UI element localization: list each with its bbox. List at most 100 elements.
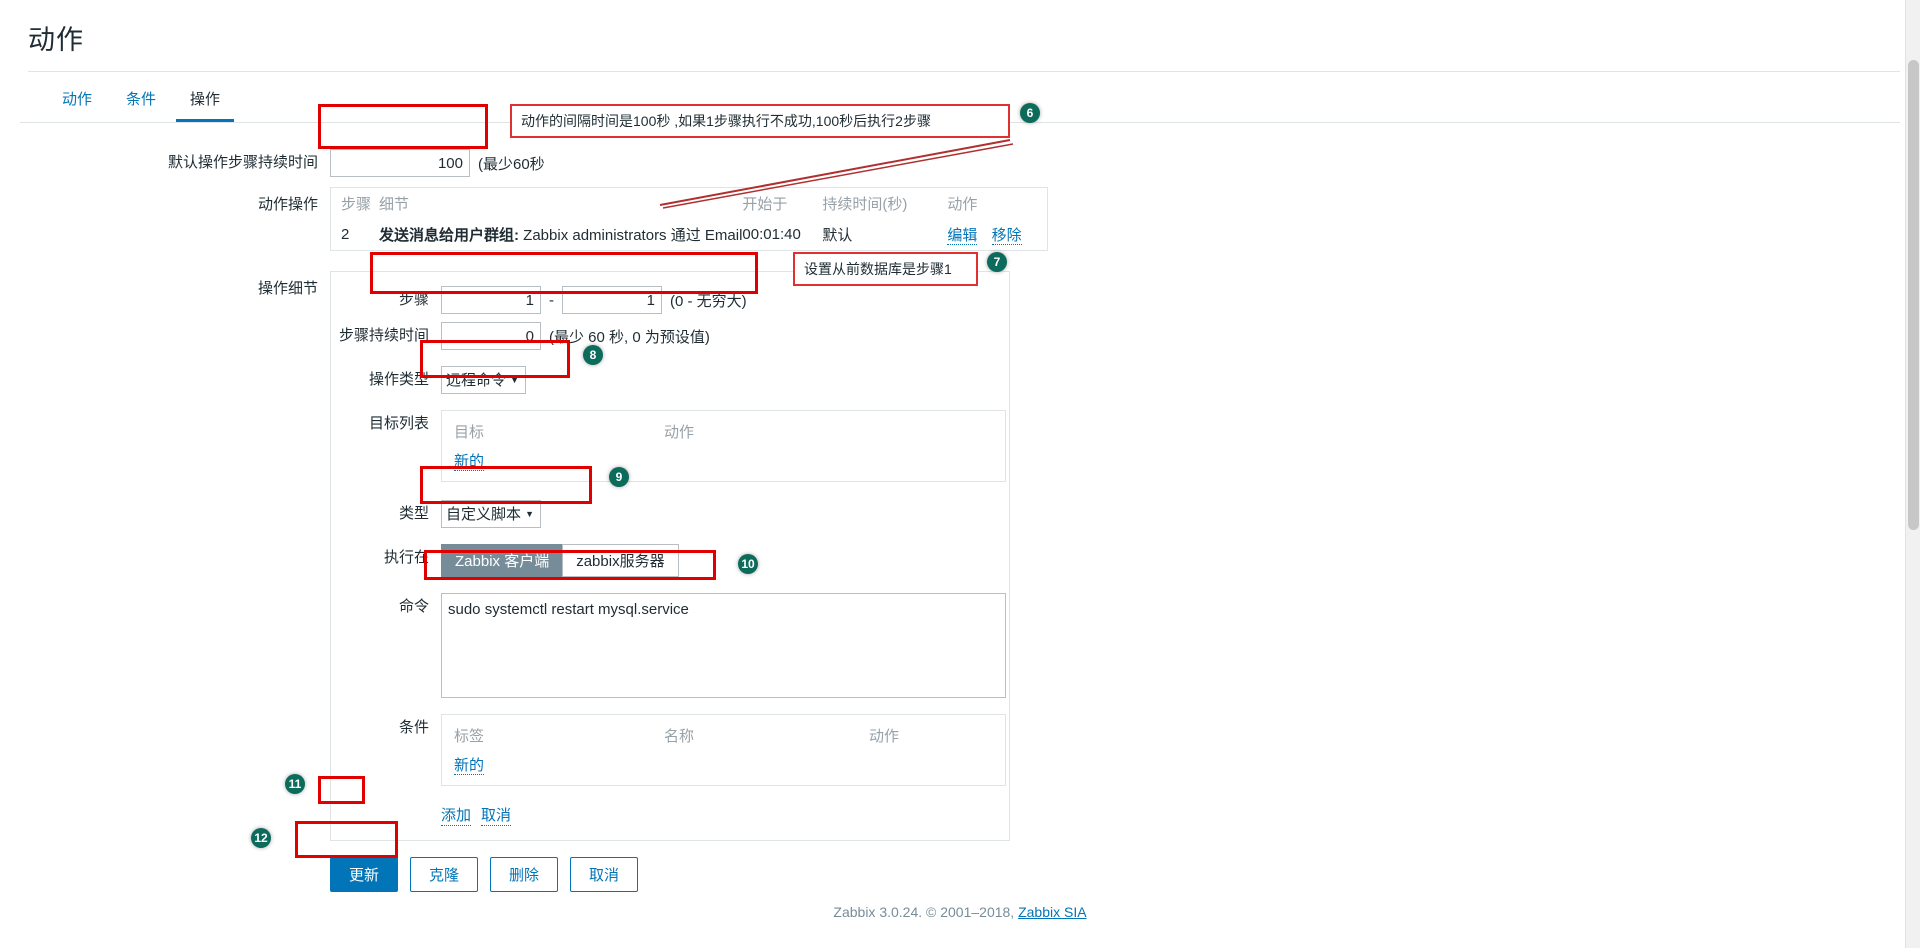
tab-operations[interactable]: 操作 [176, 82, 235, 122]
delete-button[interactable]: 删除 [490, 857, 559, 892]
remove-link[interactable]: 移除 [991, 227, 1022, 245]
operation-details-label: 操作细节 [257, 280, 318, 297]
row-conditions: 条件 标签 名称 动作 新的 [331, 710, 1009, 790]
row-details-value: Zabbix administrators 通过 Email [523, 227, 743, 244]
row-duration: 默认 [822, 227, 853, 244]
target-list-label: 目标列表 [368, 415, 429, 432]
operation-details-panel: 步骤 - (0 - 无穷大) 步骤持续时间 (最少 60 秒, 0 为预设值) [330, 271, 1010, 841]
footer-link[interactable]: Zabbix SIA [1018, 904, 1086, 920]
type-label: 类型 [398, 505, 429, 522]
action-operations-table: 步骤 细节 开始于 持续时间(秒) 动作 2 发送消息给用户群组: Zabbix… [330, 187, 1049, 251]
target-list-col-action: 动作 [664, 424, 695, 441]
cancel-button[interactable]: 取消 [570, 857, 639, 892]
badge-10: 10 [738, 554, 758, 574]
clone-button[interactable]: 克隆 [410, 857, 479, 892]
steps-separator: - [549, 291, 554, 309]
execute-on-zabbix-agent[interactable]: Zabbix 客户端 [441, 544, 564, 577]
row-steps: 步骤 - (0 - 无穷大) [331, 282, 1009, 318]
conditions-new: 新的 [442, 750, 1005, 775]
execute-on-field: Zabbix 客户端 zabbix服务器 [441, 540, 679, 581]
badge-6: 6 [1020, 103, 1040, 123]
step-to-input[interactable] [562, 286, 662, 314]
tab-action[interactable]: 动作 [48, 82, 106, 122]
add-operation-link[interactable]: 添加 [441, 804, 472, 826]
step-duration-field: (最少 60 秒, 0 为预设值) [441, 318, 710, 354]
action-operations-header: 步骤 细节 开始于 持续时间(秒) 动作 [331, 188, 1047, 219]
operation-type-select-wrap: 远程命令 [441, 366, 526, 394]
conditions-new-link[interactable]: 新的 [454, 757, 485, 775]
step-duration-hint: (最少 60 秒, 0 为预设值) [549, 328, 710, 346]
type-select[interactable]: 自定义脚本 [441, 500, 541, 528]
col-details: 细节 [379, 196, 410, 213]
page-root: 动作 动作 条件 操作 默认操作步骤持续时间 (最少60秒 动作操作 步骤 细节… [0, 0, 1920, 948]
badge-8: 8 [583, 345, 603, 365]
page-header: 动作 [0, 0, 1920, 71]
target-list-field: 目标 动作 新的 [441, 406, 1006, 486]
callout-6: 动作的间隔时间是100秒 ,如果1步骤执行不成功,100秒后执行2步骤 [510, 104, 1010, 138]
cancel-operation-link[interactable]: 取消 [481, 804, 512, 826]
operation-type-label: 操作类型 [368, 371, 429, 388]
step-duration-input[interactable] [441, 322, 541, 350]
col-duration: 持续时间(秒) [822, 196, 908, 213]
execute-on-zabbix-server[interactable]: zabbix服务器 [562, 544, 679, 577]
conditions-header: 标签 名称 动作 [442, 723, 1005, 750]
conditions-col-action: 动作 [869, 728, 900, 745]
steps-hint: (0 - 无穷大) [670, 292, 747, 310]
conditions-col-name: 名称 [664, 728, 695, 745]
step-from-input[interactable] [441, 286, 541, 314]
row-execute-on: 执行在 Zabbix 客户端 zabbix服务器 [331, 540, 1009, 581]
callout-7: 设置从前数据库是步骤1 [793, 252, 978, 286]
operation-type-select[interactable]: 远程命令 [441, 366, 526, 394]
col-start-in: 开始于 [742, 196, 788, 213]
type-select-wrap: 自定义脚本 [441, 500, 541, 528]
page-footer: Zabbix 3.0.24. © 2001–2018, Zabbix SIA [0, 904, 1920, 920]
commands-field: sudo systemctl restart mysql.service [441, 589, 1006, 702]
row-target-list: 目标列表 目标 动作 新的 [331, 406, 1009, 486]
tab-conditions[interactable]: 条件 [112, 82, 170, 122]
col-step: 步骤 [341, 196, 372, 213]
row-footer-buttons: 更新 克隆 删除 取消 [0, 857, 1920, 892]
badge-12: 12 [251, 828, 271, 848]
badge-7: 7 [987, 252, 1007, 272]
default-step-duration-field: (最少60秒 [330, 145, 545, 181]
row-start-in: 00:01:40 [742, 226, 801, 243]
row-add-cancel: 添加 取消 [331, 800, 1009, 830]
steps-field: - (0 - 无穷大) [441, 282, 747, 318]
default-step-duration-label: 默认操作步骤持续时间 [167, 154, 318, 171]
row-step: 2 [341, 226, 350, 243]
update-button[interactable]: 更新 [330, 857, 399, 892]
page-scrollbar[interactable] [1905, 0, 1920, 948]
row-default-step-duration: 默认操作步骤持续时间 (最少60秒 [0, 145, 1920, 181]
row-operation-details: 操作细节 步骤 - (0 - 无穷大) 步骤持续时间 [0, 271, 1920, 841]
execute-on-group: Zabbix 客户端 zabbix服务器 [441, 544, 679, 577]
scrollbar-thumb[interactable] [1908, 60, 1919, 530]
action-operations-label: 动作操作 [257, 196, 318, 213]
add-cancel-spacer [331, 800, 441, 812]
col-action: 动作 [947, 196, 978, 213]
conditions-box: 标签 名称 动作 新的 [441, 714, 1006, 786]
footer-text: Zabbix 3.0.24. © 2001–2018, [833, 904, 1015, 920]
badge-11: 11 [285, 774, 305, 794]
badge-9: 9 [609, 467, 629, 487]
default-step-duration-hint: (最少60秒 [478, 155, 545, 173]
row-commands: 命令 sudo systemctl restart mysql.service [331, 589, 1009, 702]
conditions-col-label: 标签 [454, 728, 485, 745]
target-list-new-link[interactable]: 新的 [454, 453, 485, 471]
add-cancel-field: 添加 取消 [441, 800, 512, 830]
row-type: 类型 自定义脚本 [331, 496, 1009, 532]
target-list-col-target: 目标 [454, 424, 485, 441]
default-step-duration-input[interactable] [330, 149, 470, 177]
row-actions: 编辑 移除 [947, 224, 1037, 245]
page-title: 动作 [28, 25, 84, 55]
conditions-field: 标签 名称 动作 新的 [441, 710, 1006, 790]
edit-link[interactable]: 编辑 [947, 227, 978, 245]
commands-label: 命令 [398, 598, 429, 615]
target-list-header: 目标 动作 [442, 419, 1005, 446]
row-details: 发送消息给用户群组: Zabbix administrators 通过 Emai… [379, 224, 742, 245]
operation-type-field: 远程命令 [441, 362, 526, 398]
commands-textarea[interactable]: sudo systemctl restart mysql.service [441, 593, 1006, 698]
table-row: 2 发送消息给用户群组: Zabbix administrators 通过 Em… [331, 219, 1047, 250]
step-duration-label: 步骤持续时间 [338, 327, 429, 344]
target-list-new: 新的 [442, 446, 1005, 471]
target-list-box: 目标 动作 新的 [441, 410, 1006, 482]
